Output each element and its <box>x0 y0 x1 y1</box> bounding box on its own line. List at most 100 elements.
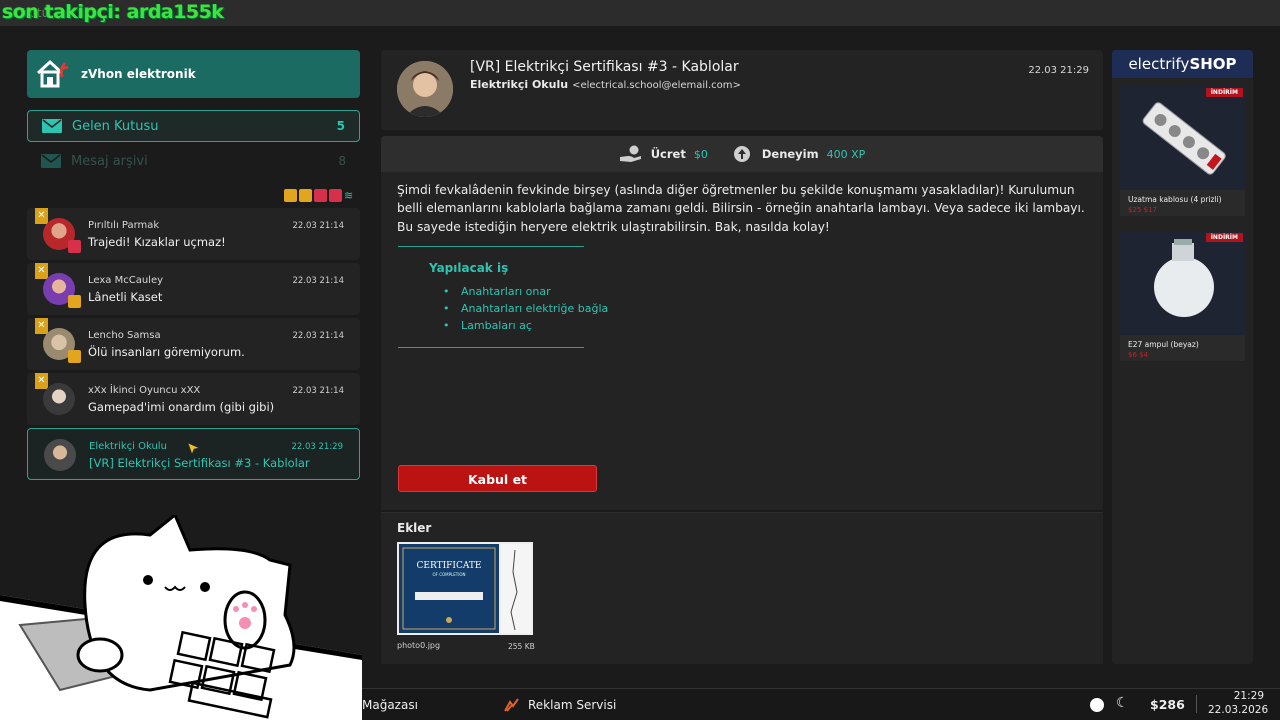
message-item[interactable]: ✕ Lencho Samsa Ölü insanları göremiyorum… <box>27 318 360 370</box>
message-time: 22.03 21:14 <box>292 276 344 286</box>
filter-wifi-icon[interactable]: ≋ <box>344 189 357 202</box>
taskbar: Mağazası Reklam Servisi ☾ $286 21:29 22.… <box>362 688 1280 720</box>
todo-item: Anahtarları onar <box>443 285 608 302</box>
message-item[interactable]: ✕ xXx İkinci Oyuncu xXX Gamepad'imi onar… <box>27 373 360 425</box>
product-name: E27 ampul (beyaz) <box>1128 340 1199 349</box>
product-card[interactable]: İNDİRİM E27 ampul (beyaz) $6 $4 <box>1120 231 1245 361</box>
mail-title: [VR] Elektrikçi Sertifikası #3 - Kablola… <box>470 59 739 75</box>
attachment-size: 255 KB <box>508 642 535 651</box>
sun-toggle-icon[interactable] <box>1088 697 1106 713</box>
dismiss-tag-icon[interactable]: ✕ <box>35 263 48 279</box>
message-subject: [VR] Elektrikçi Sertifikası #3 - Kablola… <box>89 456 310 470</box>
taskbar-ad-service[interactable]: Reklam Servisi <box>528 698 616 712</box>
todo-title: Yapılacak iş <box>429 261 509 275</box>
mouse-cursor-icon <box>188 443 200 455</box>
message-time: 22.03 21:14 <box>292 331 344 341</box>
message-from: Elektrikçi Okulu <box>89 441 167 452</box>
mail-icon <box>41 154 61 168</box>
dismiss-tag-icon[interactable]: ✕ <box>35 318 48 334</box>
reward-bar: Ücret $0 Deneyim 400 XP <box>381 136 1103 172</box>
divider <box>1196 695 1197 713</box>
message-time: 22.03 21:29 <box>291 442 343 452</box>
xp-item: Deneyim 400 XP <box>730 145 865 163</box>
message-time: 22.03 21:14 <box>292 221 344 231</box>
stream-overlay-text: son takipçi: arda155k <box>2 1 224 23</box>
clock-time: 21:29 <box>1233 690 1264 702</box>
dismiss-tag-icon[interactable]: ✕ <box>35 373 48 389</box>
mail-date: 22.03 21:29 <box>1028 65 1089 76</box>
folder-archive-label: Mesaj arşivi <box>71 153 148 169</box>
product-image <box>1120 231 1245 335</box>
message-filters: ≋ <box>284 189 357 202</box>
filter-gear-icon[interactable] <box>299 189 312 202</box>
message-subject: Ölü insanları göremiyorum. <box>88 345 245 359</box>
fee-label: Ücret <box>650 147 686 161</box>
fee-value: $0 <box>693 147 708 161</box>
mail-body-text: Şimdi fevkalâdenin fevkinde birşey (aslı… <box>397 183 1085 234</box>
xp-value: 400 XP <box>826 147 866 161</box>
attachment-name: photo0.jpg <box>397 641 441 650</box>
folder-archive[interactable]: Mesaj arşivi 8 <box>27 145 360 177</box>
taskbar-store[interactable]: Mağazası <box>362 698 418 712</box>
clock-date: 22.03.2026 <box>1208 704 1269 716</box>
shop-brand[interactable]: electrifySHOP <box>1112 50 1253 78</box>
folder-inbox-label: Gelen Kutusu <box>72 118 159 134</box>
product-image <box>1120 86 1245 190</box>
dismiss-tag-icon[interactable]: ✕ <box>35 208 48 224</box>
product-card[interactable]: İNDİRİM Uzatma kablosu (4 prizli) $25 $1… <box>1120 86 1245 216</box>
sender-name: Elektrikçi Okulu <box>470 78 569 91</box>
mail-body: Şimdi fevkalâdenin fevkinde birşey (aslı… <box>381 172 1103 510</box>
message-item[interactable]: ✕ Pırıltılı Parmak Trajedi! Kızaklar uçm… <box>27 208 360 260</box>
message-subject: Trajedi! Kızaklar uçmaz! <box>88 235 226 249</box>
sender-email: <electrical.school@elemail.com> <box>572 80 741 91</box>
clock: 21:29 22.03.2026 <box>1208 689 1269 717</box>
message-time: 22.03 21:14 <box>292 386 344 396</box>
money-balance: $286 <box>1150 697 1185 712</box>
message-subject: Gamepad'imi onardım (gibi gibi) <box>88 400 275 414</box>
message-from: Lexa McCauley <box>88 275 164 286</box>
avatar <box>43 383 75 415</box>
mail-sender: Elektrikçi Okulu <electrical.school@elema… <box>470 78 741 91</box>
shop-panel: electrifySHOP İNDİRİM Uzatma kablosu (4 … <box>1112 50 1253 664</box>
filter-no-icon[interactable] <box>314 189 327 202</box>
moon-icon[interactable]: ☾ <box>1116 695 1129 711</box>
message-item[interactable]: ✕ Lexa McCauley Lânetli Kaset 22.03 21:1… <box>27 263 360 315</box>
product-name: Uzatma kablosu (4 prizli) <box>1128 195 1222 204</box>
mail-icon <box>42 119 62 133</box>
sale-badge: İNDİRİM <box>1205 233 1243 242</box>
divider <box>398 347 584 348</box>
ad-service-icon <box>504 698 519 712</box>
money-hand-icon <box>619 145 641 162</box>
shop-brand-text: electrify <box>1128 55 1190 73</box>
message-from: xXx İkinci Oyuncu xXX <box>88 385 201 396</box>
filter-box-icon[interactable] <box>284 189 297 202</box>
xp-label: Deneyim <box>761 147 819 161</box>
sender-avatar <box>397 61 453 117</box>
todo-list: Anahtarları onar Anahtarları elektriğe b… <box>443 285 608 336</box>
category-badge-icon <box>68 350 81 363</box>
fee-item: Ücret $0 <box>619 145 708 163</box>
cert-title: CERTIFICATE <box>417 561 482 571</box>
sale-badge: İNDİRİM <box>1205 88 1243 97</box>
company-header: zVhon elektronik <box>27 50 360 98</box>
attachments-section: Ekler CERTIFICATE OF COMPLETION photo0.j… <box>381 512 1103 664</box>
product-price: $6 $4 <box>1128 351 1149 359</box>
category-badge-icon <box>68 240 81 253</box>
avatar <box>44 439 76 471</box>
folder-inbox[interactable]: Gelen Kutusu 5 <box>27 110 360 142</box>
folder-inbox-count: 5 <box>336 119 345 133</box>
message-subject: Lânetli Kaset <box>88 290 163 304</box>
cert-subtitle: OF COMPLETION <box>432 572 465 577</box>
accept-button[interactable]: Kabul et <box>398 465 597 492</box>
filter-heart-icon[interactable] <box>329 189 342 202</box>
todo-item: Anahtarları elektriğe bağla <box>443 302 608 319</box>
shop-brand-bold: SHOP <box>1189 55 1237 73</box>
arrow-up-circle-icon <box>733 146 750 162</box>
message-item-selected[interactable]: Elektrikçi Okulu [VR] Elektrikçi Sertifi… <box>27 428 360 480</box>
message-from: Lencho Samsa <box>88 330 161 341</box>
message-from: Pırıltılı Parmak <box>88 220 160 231</box>
attachment-thumbnail[interactable]: CERTIFICATE OF COMPLETION <box>397 542 533 635</box>
house-logo-icon <box>36 59 69 88</box>
mail-header: [VR] Elektrikçi Sertifikası #3 - Kablola… <box>381 50 1103 130</box>
company-name: zVhon elektronik <box>81 67 196 81</box>
